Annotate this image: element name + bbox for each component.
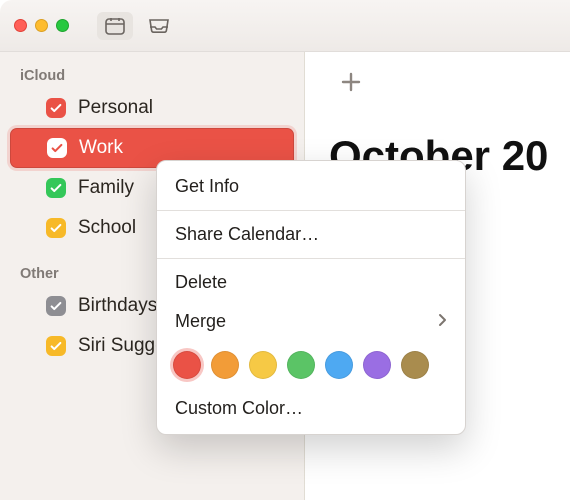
- color-swatch-purple[interactable]: [363, 351, 391, 379]
- menu-separator: [157, 210, 465, 211]
- menu-item-share-calendar[interactable]: Share Calendar…: [157, 215, 465, 254]
- checkbox[interactable]: [47, 138, 67, 158]
- color-swatch-brown[interactable]: [401, 351, 429, 379]
- titlebar: [0, 0, 570, 52]
- close-window-button[interactable]: [14, 19, 27, 32]
- sidebar-item-label: Work: [79, 137, 123, 159]
- checkmark-icon: [49, 181, 63, 195]
- menu-item-label: Delete: [175, 272, 227, 293]
- menu-item-label: Share Calendar…: [175, 224, 319, 245]
- sidebar-item-personal[interactable]: Personal: [0, 88, 304, 128]
- zoom-window-button[interactable]: [56, 19, 69, 32]
- menu-item-label: Custom Color…: [175, 398, 303, 419]
- sidebar-section-header-icloud: iCloud: [0, 62, 304, 88]
- calendar-icon: [105, 17, 125, 35]
- tray-icon: [148, 18, 170, 34]
- checkbox[interactable]: [46, 336, 66, 356]
- checkmark-icon: [49, 299, 63, 313]
- checkbox[interactable]: [46, 218, 66, 238]
- color-swatch-row: [157, 341, 465, 389]
- color-swatch-green[interactable]: [287, 351, 315, 379]
- color-swatch-blue[interactable]: [325, 351, 353, 379]
- checkmark-icon: [50, 141, 64, 155]
- sidebar-item-label: Family: [78, 177, 134, 199]
- menu-item-custom-color[interactable]: Custom Color…: [157, 389, 465, 428]
- color-swatch-orange[interactable]: [211, 351, 239, 379]
- checkmark-icon: [49, 339, 63, 353]
- menu-item-delete[interactable]: Delete: [157, 263, 465, 302]
- menu-item-label: Merge: [175, 311, 226, 332]
- window-controls: [14, 19, 69, 32]
- menu-item-label: Get Info: [175, 176, 239, 197]
- checkmark-icon: [49, 101, 63, 115]
- checkbox[interactable]: [46, 98, 66, 118]
- chevron-right-icon: [437, 311, 447, 332]
- sidebar-item-label: Birthdays: [78, 295, 157, 317]
- menu-item-merge[interactable]: Merge: [157, 302, 465, 341]
- color-swatch-yellow[interactable]: [249, 351, 277, 379]
- menu-separator: [157, 258, 465, 259]
- sidebar-item-label: Personal: [78, 97, 153, 119]
- plus-icon: [340, 71, 362, 93]
- menu-item-get-info[interactable]: Get Info: [157, 167, 465, 206]
- context-menu: Get Info Share Calendar… Delete Merge Cu…: [156, 160, 466, 435]
- inbox-button[interactable]: [141, 12, 177, 40]
- calendars-toggle-button[interactable]: [97, 12, 133, 40]
- checkmark-icon: [49, 221, 63, 235]
- minimize-window-button[interactable]: [35, 19, 48, 32]
- sidebar-item-label: School: [78, 217, 136, 239]
- add-event-button[interactable]: [329, 60, 373, 104]
- color-swatch-red[interactable]: [173, 351, 201, 379]
- checkbox[interactable]: [46, 178, 66, 198]
- checkbox[interactable]: [46, 296, 66, 316]
